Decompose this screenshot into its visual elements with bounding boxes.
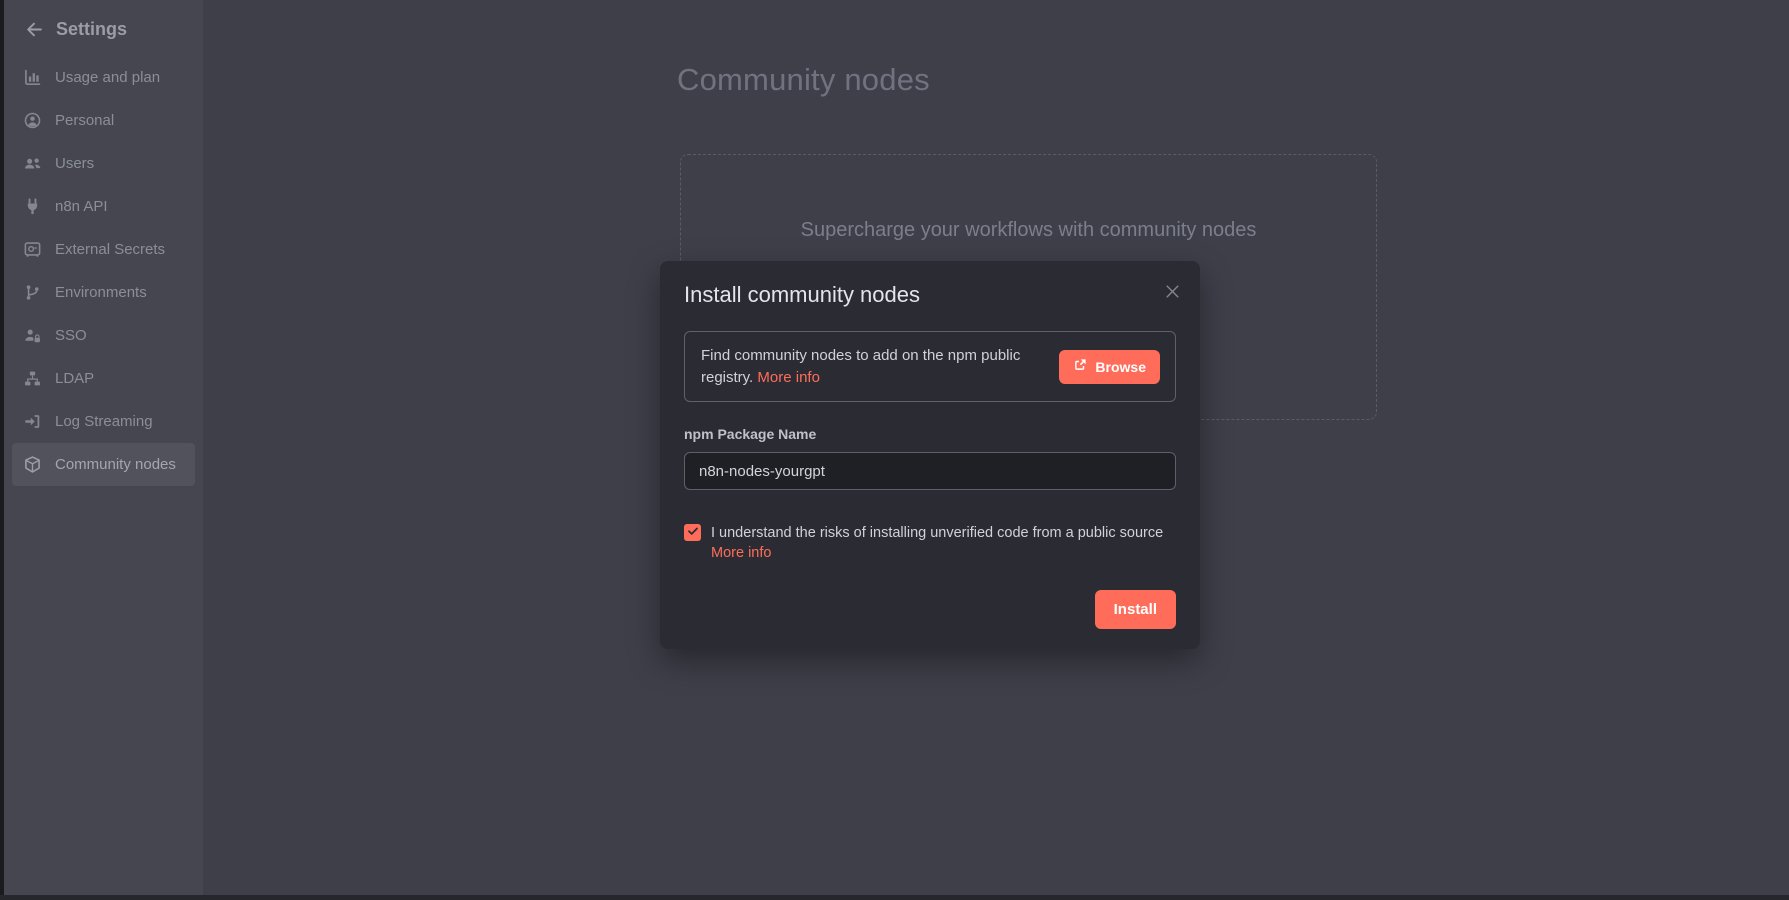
empty-state-text: Supercharge your workflows with communit… [681,219,1376,242]
risk-more-info-link[interactable]: More info [711,545,771,561]
sidebar-item-usage-and-plan[interactable]: Usage and plan [12,56,195,99]
sidebar-item-environments[interactable]: Environments [12,271,195,314]
sidebar-item-users[interactable]: Users [12,142,195,185]
package-name-label: npm Package Name [684,426,1176,442]
risk-label: I understand the risks of installing unv… [711,523,1176,563]
settings-back-header[interactable]: Settings [4,14,203,44]
browse-button[interactable]: Browse [1059,350,1160,384]
sidebar-item-label: External Secrets [55,241,165,258]
modal-header: Install community nodes [684,282,1176,308]
vault-icon [24,241,41,258]
sidebar-item-community-nodes[interactable]: Community nodes [12,443,195,486]
risk-checkbox[interactable] [684,524,701,541]
risk-acknowledgement-row: I understand the risks of installing unv… [684,523,1176,563]
settings-sidebar: Settings Usage and plan Personal Users n… [4,0,203,895]
modal-footer: Install [684,590,1176,629]
install-community-nodes-modal: Install community nodes Find community n… [660,261,1200,649]
user-circle-icon [24,112,41,129]
sidebar-item-label: LDAP [55,370,94,387]
sidebar-item-log-streaming[interactable]: Log Streaming [12,400,195,443]
sidebar-item-sso[interactable]: SSO [12,314,195,357]
chart-bar-icon [24,69,41,86]
user-lock-icon [24,327,41,344]
sidebar-item-label: Usage and plan [55,69,160,86]
sidebar-item-label: Users [55,155,94,172]
install-button[interactable]: Install [1095,590,1176,629]
sign-in-icon [24,413,41,430]
sitemap-icon [24,370,41,387]
sidebar-item-label: SSO [55,327,87,344]
sidebar-title: Settings [56,19,127,40]
info-text: Find community nodes to add on the npm p… [701,345,1059,389]
users-icon [24,155,41,172]
risk-label-text: I understand the risks of installing unv… [711,523,1176,543]
sidebar-item-n8n-api[interactable]: n8n API [12,185,195,228]
sidebar-item-label: Personal [55,112,114,129]
external-link-icon [1073,358,1087,375]
cube-icon [24,456,41,473]
bottom-scrollbar-track[interactable] [0,895,1789,900]
plug-icon [24,198,41,215]
code-branch-icon [24,284,41,301]
modal-title: Install community nodes [684,282,920,308]
sidebar-item-label: Log Streaming [55,413,153,430]
arrow-left-icon [26,21,43,38]
sidebar-item-ldap[interactable]: LDAP [12,357,195,400]
checkmark-icon [687,524,699,542]
registry-more-info-link[interactable]: More info [757,369,820,386]
browse-button-label: Browse [1095,359,1146,375]
page-title: Community nodes [677,62,930,98]
sidebar-item-personal[interactable]: Personal [12,99,195,142]
close-icon[interactable] [1165,284,1180,302]
package-name-input[interactable] [684,452,1176,490]
sidebar-item-label: n8n API [55,198,108,215]
npm-registry-info-box: Find community nodes to add on the npm p… [684,331,1176,402]
sidebar-item-label: Environments [55,284,147,301]
sidebar-item-label: Community nodes [55,456,176,473]
sidebar-item-external-secrets[interactable]: External Secrets [12,228,195,271]
